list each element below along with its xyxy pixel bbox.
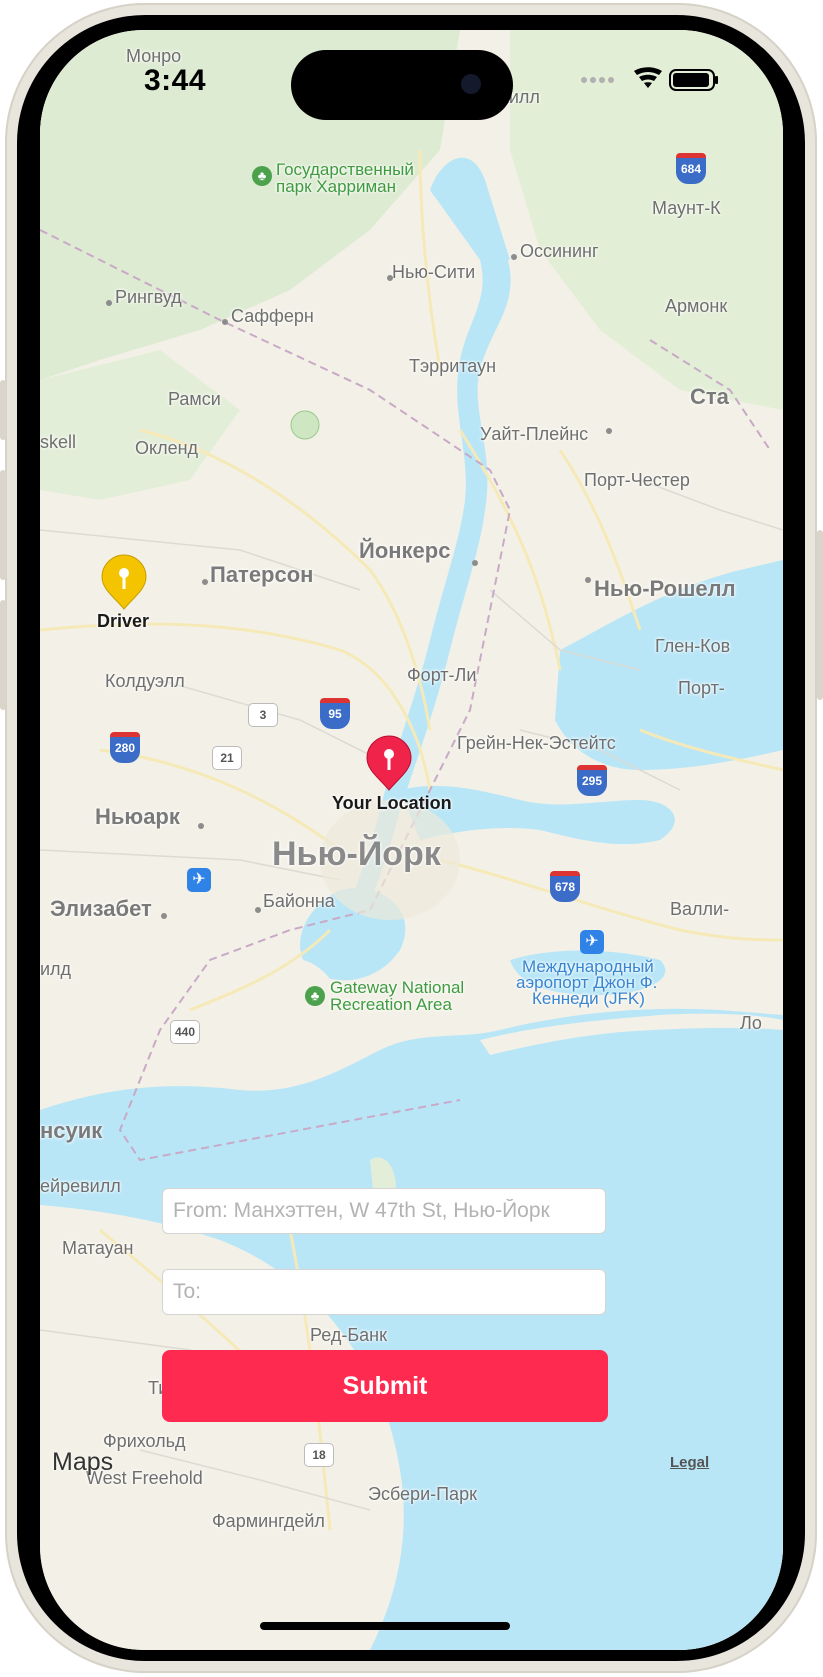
map-label: Recreation Area bbox=[330, 995, 452, 1014]
highway-shield-icon: 95 bbox=[320, 698, 350, 729]
home-indicator[interactable] bbox=[260, 1622, 510, 1630]
battery-icon bbox=[669, 69, 718, 91]
route-shield-icon: 3 bbox=[248, 703, 278, 727]
map-label: Байонна bbox=[263, 891, 335, 911]
status-time: 3:44 bbox=[144, 64, 207, 97]
to-input[interactable] bbox=[162, 1269, 606, 1315]
route-shield-icon: 440 bbox=[170, 1020, 200, 1044]
map-label: Нью-Рошелл bbox=[594, 576, 736, 601]
legal-link[interactable]: Legal bbox=[670, 1454, 709, 1471]
location-pin-icon[interactable] bbox=[365, 734, 413, 794]
city-dot bbox=[585, 577, 591, 583]
map-label: Патерсон bbox=[210, 562, 314, 587]
map-label: Gateway National bbox=[330, 978, 465, 997]
map-label: нсуик bbox=[40, 1118, 103, 1143]
map-label: ейревилл bbox=[40, 1176, 121, 1196]
map-label: Валли- bbox=[670, 899, 730, 919]
map-label: илд bbox=[40, 959, 72, 979]
wifi-icon bbox=[634, 67, 662, 88]
map-label: Рингвуд bbox=[115, 287, 182, 307]
city-dot bbox=[472, 560, 478, 566]
side-button bbox=[0, 470, 6, 580]
map-label: Ньюарк bbox=[95, 804, 180, 829]
map-label: Фармингдейл bbox=[212, 1511, 325, 1531]
maps-logo-text: Maps bbox=[52, 1448, 114, 1476]
park-icon: ♣ bbox=[305, 986, 325, 1006]
route-shield-icon: 18 bbox=[304, 1443, 334, 1467]
submit-button[interactable]: Submit bbox=[162, 1350, 608, 1422]
map-label: Тэрритаун bbox=[409, 356, 497, 376]
map-label: Эсбери-Парк bbox=[368, 1484, 477, 1504]
status-icons bbox=[581, 67, 718, 91]
map-label: Кеннеди (JFK) bbox=[532, 989, 645, 1008]
city-dot bbox=[606, 428, 612, 434]
park-icon: ♣ bbox=[252, 166, 272, 186]
route-shield-icon: 21 bbox=[212, 746, 242, 770]
driver-pin-icon[interactable] bbox=[100, 553, 148, 613]
side-button bbox=[0, 380, 6, 440]
city-dot bbox=[161, 913, 167, 919]
apple-maps-logo: Maps bbox=[52, 1448, 113, 1477]
cellular-signal-icon bbox=[581, 77, 614, 83]
map-label: Порт- bbox=[678, 678, 725, 698]
from-input[interactable] bbox=[162, 1188, 606, 1234]
dynamic-island bbox=[291, 50, 513, 120]
map-label: Йонкерс bbox=[359, 538, 451, 563]
location-pin-label: Your Location bbox=[332, 793, 452, 813]
highway-shield-icon: 295 bbox=[577, 765, 607, 796]
map-label: Нью-Йорк bbox=[272, 835, 441, 873]
map-label: Окленд bbox=[135, 438, 199, 458]
map-label: Фрихольд bbox=[103, 1431, 186, 1451]
camera-icon bbox=[461, 74, 481, 94]
map-label: Ред-Банк bbox=[310, 1325, 387, 1345]
airport-icon: ✈ bbox=[580, 930, 604, 954]
city-dot bbox=[222, 319, 228, 325]
map-label: Маунт-К bbox=[652, 198, 721, 218]
map-label: парк Харриман bbox=[276, 177, 397, 196]
city-dot bbox=[255, 907, 261, 913]
map-label: Сафферн bbox=[231, 306, 314, 326]
map-label: Грейн-Нек-Эстейтс bbox=[457, 733, 616, 753]
map-label: Форт-Ли bbox=[407, 665, 477, 685]
map-label: Оссининг bbox=[520, 241, 599, 261]
map-label: Ло bbox=[740, 1013, 762, 1033]
map-label: Рамси bbox=[168, 389, 221, 409]
screen[interactable]: Монро скилл ♣ Государственный парк Харри… bbox=[40, 30, 783, 1650]
map-label: Уайт-Плейнс bbox=[480, 424, 589, 444]
map-label: Государственный bbox=[276, 160, 414, 179]
map-label: Элизабет bbox=[50, 896, 152, 921]
map-label: Армонк bbox=[665, 296, 728, 316]
highway-shield-icon: 678 bbox=[550, 871, 580, 902]
highway-shield-icon: 684 bbox=[676, 153, 706, 184]
side-button bbox=[0, 600, 6, 710]
city-dot bbox=[511, 254, 517, 260]
map-label: Нью-Сити bbox=[392, 262, 476, 282]
city-dot bbox=[202, 579, 208, 585]
map-label: Ста bbox=[690, 384, 729, 409]
city-dot bbox=[198, 823, 204, 829]
map-label: Колдуэлл bbox=[105, 671, 185, 691]
map-label: skell bbox=[40, 432, 77, 452]
side-button bbox=[817, 530, 823, 700]
map-label: Глен-Ков bbox=[655, 636, 731, 656]
airport-icon: ✈ bbox=[187, 868, 211, 892]
map-label: Порт-Честер bbox=[584, 470, 690, 490]
driver-pin-label: Driver bbox=[97, 611, 150, 631]
highway-shield-icon: 280 bbox=[110, 732, 140, 763]
city-dot bbox=[106, 300, 112, 306]
map-label: Матауан bbox=[62, 1238, 134, 1258]
city-dot bbox=[387, 275, 393, 281]
